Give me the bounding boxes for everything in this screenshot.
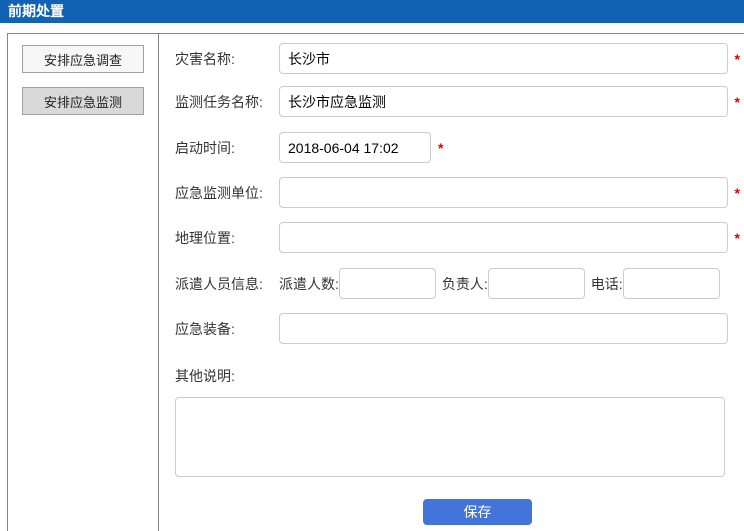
personnel-label: 派遣人员信息: bbox=[175, 274, 279, 294]
location-label: 地理位置: bbox=[175, 228, 279, 248]
personnel-phone-input[interactable] bbox=[623, 268, 720, 299]
sidebar: 安排应急调查 安排应急监测 bbox=[8, 34, 159, 531]
personnel-phone-label: 电话: bbox=[591, 274, 623, 294]
monitor-unit-label: 应急监测单位: bbox=[175, 183, 279, 203]
start-time-label: 启动时间: bbox=[175, 138, 279, 158]
required-asterisk: * bbox=[728, 230, 740, 246]
location-input[interactable] bbox=[279, 222, 728, 253]
row-start-time: 启动时间: * bbox=[175, 132, 740, 163]
monitor-unit-input[interactable] bbox=[279, 177, 728, 208]
personnel-count-input[interactable] bbox=[339, 268, 436, 299]
row-equipment: 应急装备: bbox=[175, 313, 740, 344]
start-time-input[interactable] bbox=[279, 132, 431, 163]
disaster-name-label: 灾害名称: bbox=[175, 49, 279, 69]
row-location: 地理位置: * bbox=[175, 222, 740, 253]
form-area: 灾害名称: * 监测任务名称: * 启动时间: * 应急监测单位: * 地理位置… bbox=[160, 34, 744, 531]
save-button[interactable]: 保存 bbox=[423, 499, 532, 525]
task-name-input[interactable] bbox=[279, 86, 728, 117]
notes-label: 其他说明: bbox=[175, 366, 235, 386]
sidebar-button-arrange-monitoring[interactable]: 安排应急监测 bbox=[22, 87, 144, 115]
personnel-leader-input[interactable] bbox=[488, 268, 585, 299]
sidebar-button-arrange-survey[interactable]: 安排应急调查 bbox=[22, 45, 144, 73]
required-asterisk: * bbox=[728, 51, 740, 67]
personnel-count-label: 派遣人数: bbox=[279, 274, 339, 294]
main-panel: 安排应急调查 安排应急监测 灾害名称: * 监测任务名称: * 启动时间: * … bbox=[7, 33, 744, 531]
row-task-name: 监测任务名称: * bbox=[175, 86, 740, 117]
required-asterisk: * bbox=[728, 185, 740, 201]
equipment-input[interactable] bbox=[279, 313, 728, 344]
required-asterisk: * bbox=[728, 94, 740, 110]
task-name-label: 监测任务名称: bbox=[175, 92, 279, 112]
row-personnel: 派遣人员信息: 派遣人数: 负责人: 电话: bbox=[175, 268, 740, 299]
disaster-name-input[interactable] bbox=[279, 43, 728, 74]
row-monitor-unit: 应急监测单位: * bbox=[175, 177, 740, 208]
page-title: 前期处置 bbox=[0, 0, 744, 23]
page-header: 前期处置 bbox=[0, 0, 744, 23]
notes-textarea[interactable] bbox=[175, 397, 725, 477]
row-disaster-name: 灾害名称: * bbox=[175, 43, 740, 74]
personnel-leader-label: 负责人: bbox=[442, 274, 488, 294]
equipment-label: 应急装备: bbox=[175, 319, 279, 339]
required-asterisk: * bbox=[438, 140, 443, 156]
